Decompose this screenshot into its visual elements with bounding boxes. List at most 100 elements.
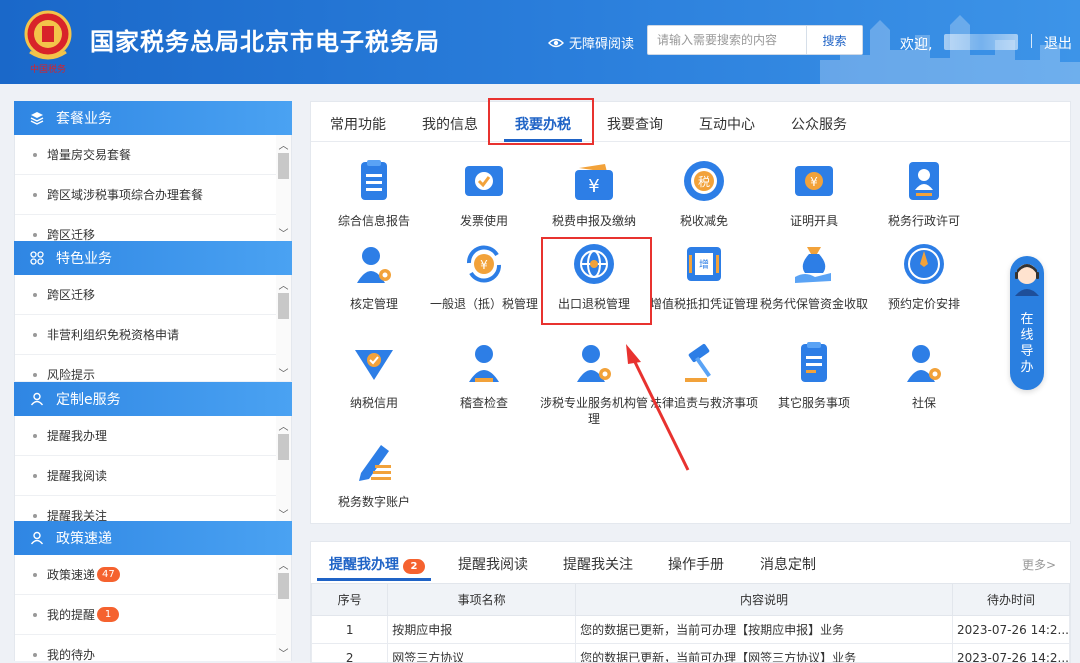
sidebar-item[interactable]: 提醒我阅读: [15, 456, 277, 496]
chevron-up-icon[interactable]: ︿: [276, 137, 291, 152]
service-item-invoice[interactable]: 发票使用: [429, 158, 539, 229]
table-row[interactable]: 2 网签三方协议 您的数据已更新，当前可办理【网签三方协议】业务 2023-07…: [311, 643, 1070, 662]
inspector-icon: [469, 345, 499, 382]
service-item-other[interactable]: 其它服务事项: [759, 340, 869, 411]
scrollbar-thumb[interactable]: [278, 153, 289, 179]
search-input[interactable]: [648, 26, 804, 54]
table-cell: 1: [311, 615, 389, 644]
service-item-vat-voucher[interactable]: 增 增值税抵扣凭证管理: [649, 241, 759, 312]
tab-query[interactable]: 我要查询: [607, 114, 663, 134]
chevron-down-icon[interactable]: ﹀: [276, 225, 291, 240]
service-item-social-security[interactable]: 社保: [869, 340, 979, 411]
agent-icon: [577, 345, 611, 382]
service-item-declare-pay[interactable]: ¥ 税费申报及缴纳: [539, 158, 649, 229]
accessibility-label: 无障碍阅读: [569, 37, 635, 52]
chevron-down-icon[interactable]: ﹀: [276, 365, 291, 380]
sidebar-section-header[interactable]: 政策速递: [14, 521, 292, 555]
service-item-label: 税费申报及缴纳: [551, 214, 636, 228]
sidebar-section-header[interactable]: 特色业务: [14, 241, 292, 275]
sidebar-item[interactable]: 政策速递 47: [15, 555, 277, 595]
service-item-apa[interactable]: 预约定价安排: [869, 241, 979, 312]
highlight-box-tab: [488, 98, 594, 145]
chevron-down-icon[interactable]: ﹀: [276, 645, 291, 660]
sidebar-item[interactable]: 增量房交易套餐: [15, 135, 277, 175]
search-button[interactable]: 搜索: [806, 26, 862, 54]
table-row[interactable]: 1 按期应申报 您的数据已更新，当前可办理【按期应申报】业务 2023-07-2…: [311, 615, 1070, 644]
tab-remind-follow[interactable]: 提醒我关注: [563, 554, 633, 574]
tab-remind-handle[interactable]: 提醒我办理 2: [329, 554, 425, 574]
service-panel: 常用功能 我的信息 我要办税 我要查询 互动中心 公众服务 综合信息报告 发票使…: [310, 98, 1071, 524]
sidebar-item[interactable]: 跨区域涉税事项综合办理套餐: [15, 175, 277, 215]
tab-common[interactable]: 常用功能: [330, 114, 386, 134]
list-icon: [801, 342, 827, 382]
service-item-general-refund[interactable]: ¥ 一般退（抵）税管理: [429, 241, 539, 312]
sidebar-item[interactable]: 风险提示: [15, 355, 277, 381]
sidebar-item-label: 我的待办: [47, 648, 96, 661]
count-badge: 47: [97, 567, 120, 582]
accessibility-link[interactable]: 无障碍阅读: [548, 33, 634, 52]
sidebar-section-header[interactable]: 套餐业务: [14, 101, 292, 135]
scrollbar-thumb[interactable]: [278, 573, 289, 599]
license-icon: [909, 162, 939, 200]
sidebar-section-policy: 政策速递 政策速递 47 我的提醒 1 我的待办 ︿ ﹀: [14, 521, 292, 661]
sidebar-item[interactable]: 提醒我办理: [15, 416, 277, 456]
service-item-assessment[interactable]: 核定管理: [319, 241, 429, 312]
table-cell[interactable]: 按期应申报: [387, 615, 577, 644]
service-item-label: 一般退（抵）税管理: [429, 297, 538, 311]
service-item-inspection[interactable]: 稽查检查: [429, 340, 539, 411]
sidebar-item[interactable]: 跨区迁移: [15, 215, 277, 241]
sidebar-item[interactable]: 我的提醒 1: [15, 595, 277, 635]
scrollbar-thumb[interactable]: [278, 434, 289, 460]
scrollbar-thumb[interactable]: [278, 293, 289, 319]
sidebar-item-label: 非营利组织免税资格申请: [47, 328, 180, 342]
sidebar-scrollbar[interactable]: ︿ ﹀: [276, 135, 291, 241]
chevron-up-icon[interactable]: ︿: [276, 418, 291, 433]
service-item-label: 税务代保管资金收取: [759, 297, 868, 311]
service-item-info-report[interactable]: 综合信息报告: [319, 158, 429, 229]
user-icon: [30, 531, 44, 545]
tab-interaction[interactable]: 互动中心: [699, 114, 755, 134]
service-item-digital-account[interactable]: 税务数字账户: [319, 439, 429, 510]
sidebar: 套餐业务 增量房交易套餐 跨区域涉税事项综合办理套餐 跨区迁移 ︿ ﹀ 特色业务 …: [14, 101, 292, 663]
service-item-agency-mgmt[interactable]: 涉税专业服务机构管理: [539, 340, 649, 427]
sidebar-scrollbar[interactable]: ︿ ﹀: [276, 416, 291, 522]
chevron-up-icon[interactable]: ︿: [276, 557, 291, 572]
invoice-icon: [465, 166, 503, 196]
more-link[interactable]: 更多>: [1022, 556, 1056, 573]
tab-remind-read[interactable]: 提醒我阅读: [458, 554, 528, 574]
sidebar-list: 增量房交易套餐 跨区域涉税事项综合办理套餐 跨区迁移 ︿ ﹀: [14, 135, 292, 241]
service-item-certificate[interactable]: ¥ 证明开具: [759, 158, 869, 229]
service-item-custody-funds[interactable]: 税务代保管资金收取: [759, 241, 869, 312]
sidebar-scrollbar[interactable]: ︿ ﹀: [276, 275, 291, 381]
online-guide-button[interactable]: 在线导办: [1010, 256, 1044, 390]
service-item-legal[interactable]: 法律追责与救济事项: [649, 340, 759, 411]
service-item-label: 发票使用: [459, 214, 508, 228]
tab-public-service[interactable]: 公众服务: [791, 114, 847, 134]
service-item-license[interactable]: 税务行政许可: [869, 158, 979, 229]
blurred-username: [944, 34, 1018, 50]
service-item-tax-relief[interactable]: 税 税收减免: [649, 158, 759, 229]
service-item-credit[interactable]: 纳税信用: [319, 340, 429, 411]
sidebar-section-header[interactable]: 定制e服务: [14, 382, 292, 416]
chevron-up-icon[interactable]: ︿: [276, 277, 291, 292]
wallet-icon: ¥: [575, 164, 613, 200]
tab-message-custom[interactable]: 消息定制: [760, 554, 816, 574]
svg-text:增: 增: [699, 258, 709, 271]
sidebar-item-label: 提醒我办理: [47, 429, 108, 443]
sidebar-item[interactable]: 非营利组织免税资格申请: [15, 315, 277, 355]
sidebar-item[interactable]: 我的待办: [15, 635, 277, 661]
eye-icon: [548, 38, 564, 47]
svg-text:¥: ¥: [810, 175, 818, 189]
logout-link[interactable]: 退出: [1044, 33, 1072, 53]
service-item-label: 法律追责与救济事项: [649, 396, 758, 410]
sidebar-item[interactable]: 跨区迁移: [15, 275, 277, 315]
tab-manual[interactable]: 操作手册: [668, 554, 724, 574]
sidebar-scrollbar[interactable]: ︿ ﹀: [276, 555, 291, 661]
sidebar-section-title: 定制e服务: [56, 392, 121, 408]
tab-my-info[interactable]: 我的信息: [422, 114, 478, 134]
grid-icon: [30, 251, 44, 265]
online-guide-text: 在线导办: [1020, 312, 1034, 375]
sidebar-item[interactable]: 提醒我关注: [15, 496, 277, 522]
table-cell[interactable]: 网签三方协议: [387, 643, 577, 662]
chevron-down-icon[interactable]: ﹀: [276, 506, 291, 521]
